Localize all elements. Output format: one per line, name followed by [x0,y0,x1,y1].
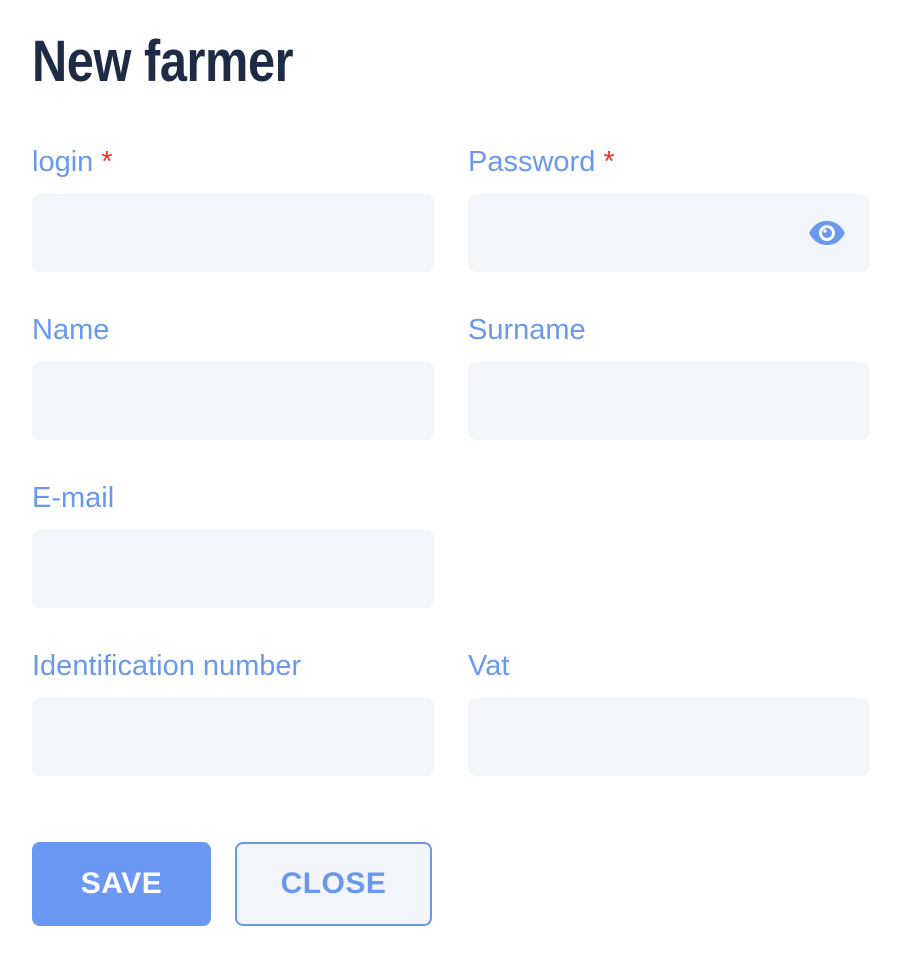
login-field-group: login * [32,142,434,272]
identification-number-input-wrap [32,698,434,776]
email-label: E-mail [32,482,115,514]
surname-input-wrap [468,362,870,440]
show-password-toggle[interactable] [808,219,846,247]
surname-label: Surname [468,314,586,346]
login-label: login * [32,142,434,182]
login-input-wrap [32,194,434,272]
identification-number-label: Identification number [32,650,302,682]
required-asterisk: * [603,146,615,178]
identification-number-field-group: Identification number [32,646,434,776]
required-asterisk: * [101,146,113,178]
login-input[interactable] [32,194,434,272]
identification-number-input[interactable] [32,698,434,776]
vat-label: Vat [468,650,510,682]
vat-input-wrap [468,698,870,776]
password-field-group: Password * [468,142,870,272]
password-label-text: Password [468,146,596,178]
surname-field-group: Surname [468,310,870,440]
surname-input[interactable] [468,362,870,440]
close-button[interactable]: CLOSE [235,842,432,926]
save-button[interactable]: SAVE [32,842,211,926]
page-title: New farmer [32,29,294,94]
name-input-wrap [32,362,434,440]
email-field-group: E-mail [32,478,434,608]
login-label-text: login [32,146,94,178]
password-input-wrap [468,194,870,272]
eye-icon [809,221,845,245]
name-input[interactable] [32,362,434,440]
name-label: Name [32,314,110,346]
email-input[interactable] [32,530,434,608]
vat-field-group: Vat [468,646,870,776]
email-input-wrap [32,530,434,608]
password-label: Password * [468,142,870,182]
name-field-group: Name [32,310,434,440]
vat-input[interactable] [468,698,870,776]
